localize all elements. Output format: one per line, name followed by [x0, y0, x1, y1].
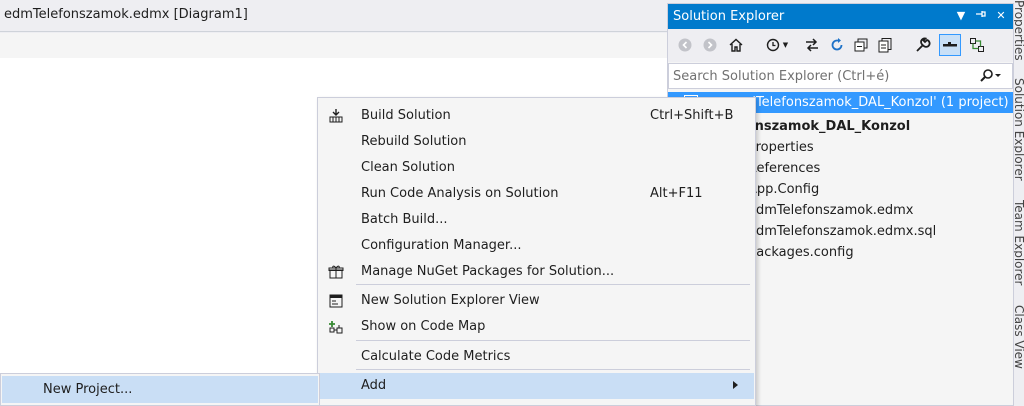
menu-item-label: Manage NuGet Packages for Solution...: [361, 264, 615, 279]
menu-item-label: Calculate Code Metrics: [361, 349, 511, 364]
menu-item-shortcut: Ctrl+Shift+B: [650, 108, 734, 123]
nuget-icon: [327, 263, 345, 281]
tab-class-view[interactable]: Class View: [1014, 305, 1024, 369]
window-position-dropdown-icon[interactable]: ▼: [953, 8, 969, 24]
add-submenu: New Project...: [0, 373, 320, 406]
preview-icon: [943, 42, 957, 47]
menu-item-label: Rebuild Solution: [361, 134, 467, 149]
menu-item-label: Show on Code Map: [361, 319, 486, 334]
collapse-all-button[interactable]: [850, 34, 872, 56]
menu-item-batch-build[interactable]: Batch Build...: [319, 207, 754, 233]
menu-item-configuration-manager[interactable]: Configuration Manager...: [319, 233, 754, 259]
view-class-diagram-button[interactable]: [966, 34, 988, 56]
submenu-item-new-project[interactable]: New Project...: [2, 376, 318, 403]
menu-separator: [356, 340, 750, 341]
menu-item-run-code-analysis[interactable]: Run Code Analysis on Solution Alt+F11: [319, 181, 754, 207]
tree-item-label: edmTelefonszamok.edmx: [748, 203, 914, 218]
menu-item-calculate-code-metrics[interactable]: Calculate Code Metrics: [319, 344, 754, 370]
menu-item-rebuild-solution[interactable]: Rebuild Solution: [319, 129, 754, 155]
menu-item-label: Build Solution: [361, 108, 451, 123]
home-icon: [729, 38, 743, 52]
collapse-all-icon: [854, 38, 868, 52]
menu-item-label: Batch Build...: [361, 212, 448, 227]
sync-arrows-icon: [806, 38, 818, 52]
menu-item-new-solution-explorer-view[interactable]: New Solution Explorer View: [319, 288, 754, 314]
search-input[interactable]: [673, 67, 973, 85]
code-map-icon: [327, 318, 345, 336]
class-diagram-icon: [970, 38, 984, 52]
back-icon: [678, 38, 692, 52]
menu-item-add[interactable]: Add: [319, 373, 754, 399]
document-tab-title[interactable]: edmTelefonszamok.edmx [Diagram1]: [4, 7, 248, 22]
menu-item-label: Add: [361, 378, 387, 393]
chevron-down-icon: ▼: [782, 41, 789, 49]
pending-changes-filter-button[interactable]: ▼: [762, 34, 792, 56]
document-tab-strip: edmTelefonszamok.edmx [Diagram1]: [0, 0, 668, 32]
tree-item-label: fonszamok_DAL_Konzol: [740, 119, 911, 134]
forward-button[interactable]: [699, 34, 721, 56]
tab-team-explorer[interactable]: Team Explorer: [1014, 200, 1024, 286]
solution-explorer-search-box[interactable]: [668, 63, 1013, 89]
solution-explorer-toolbar: ▼: [668, 29, 1013, 62]
menu-item-clean-solution[interactable]: Clean Solution: [319, 155, 754, 181]
close-icon[interactable]: ✕: [993, 8, 1009, 24]
preview-selected-items-button[interactable]: [939, 34, 961, 56]
submenu-arrow-icon: [733, 381, 738, 389]
tree-item-label: packages.config: [748, 245, 854, 260]
clock-icon: [766, 38, 779, 52]
solution-explorer-title-bar: Solution Explorer ▼ ✕: [668, 4, 1013, 29]
menu-item-label: Configuration Manager...: [361, 238, 522, 253]
menu-item-show-on-code-map[interactable]: Show on Code Map: [319, 314, 754, 340]
side-tab-strip: Properties Solution Explorer Team Explor…: [1014, 0, 1024, 406]
submenu-item-label: New Project...: [43, 382, 133, 397]
search-icon[interactable]: [979, 68, 1001, 88]
auto-hide-pin-icon[interactable]: [973, 8, 989, 24]
menu-item-label: Run Code Analysis on Solution: [361, 186, 559, 201]
tree-item-label: App.Config: [748, 182, 820, 197]
tab-solution-explorer[interactable]: Solution Explorer: [1014, 78, 1024, 181]
solution-explorer-title: Solution Explorer: [673, 9, 785, 24]
refresh-button[interactable]: [826, 34, 848, 56]
build-icon: [327, 107, 345, 125]
menu-separator: [356, 369, 750, 370]
show-all-files-icon: [878, 38, 892, 53]
menu-separator: [356, 284, 750, 285]
menu-item-label: New Solution Explorer View: [361, 293, 540, 308]
properties-button[interactable]: [912, 34, 934, 56]
home-button[interactable]: [725, 34, 747, 56]
designer-header-band: [0, 33, 668, 58]
forward-icon: [703, 38, 717, 52]
show-all-files-button[interactable]: [874, 34, 896, 56]
wrench-icon: [916, 37, 931, 52]
new-view-icon: [327, 292, 345, 310]
menu-item-label: Clean Solution: [361, 160, 455, 175]
tree-item-label: References: [748, 161, 821, 176]
tree-item-label: Properties: [748, 140, 814, 155]
refresh-icon: [831, 38, 843, 51]
solution-context-menu: Build Solution Ctrl+Shift+B Rebuild Solu…: [317, 97, 756, 406]
menu-item-shortcut: Alt+F11: [650, 186, 703, 201]
tree-item-label: edmTelefonszamok.edmx.sql: [748, 224, 937, 239]
menu-item-build-solution[interactable]: Build Solution Ctrl+Shift+B: [319, 103, 754, 129]
sync-with-active-document-button[interactable]: [801, 34, 823, 56]
menu-item-manage-nuget[interactable]: Manage NuGet Packages for Solution...: [319, 259, 754, 285]
tree-item-label: n 'Telefonszamok_DAL_Konzol' (1 project): [740, 95, 1009, 110]
back-button[interactable]: [674, 34, 696, 56]
tab-properties[interactable]: Properties: [1014, 0, 1024, 61]
